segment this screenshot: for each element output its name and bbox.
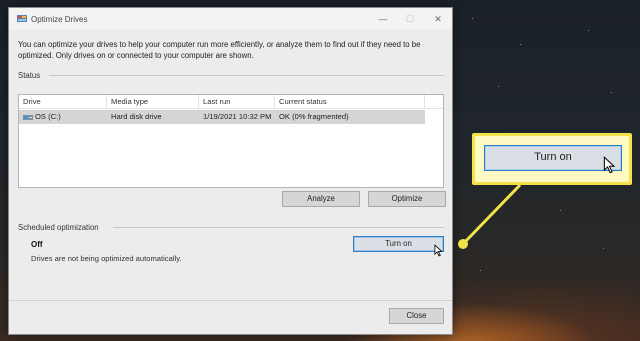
callout-turn-on-button: Turn on [484,145,622,171]
callout-mouse-cursor-icon [603,156,616,174]
zoom-callout: Turn on [472,133,632,185]
